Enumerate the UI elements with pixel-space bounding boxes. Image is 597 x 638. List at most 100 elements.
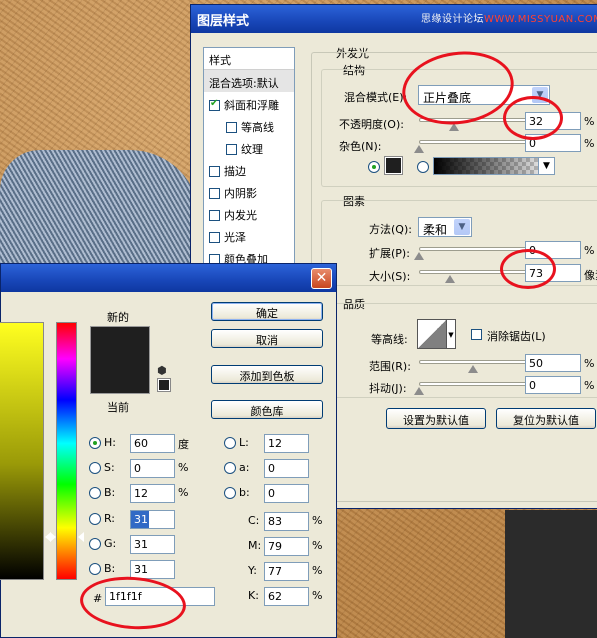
hue-slider[interactable] [56, 322, 77, 580]
range-slider-thumb[interactable] [468, 365, 478, 373]
style-list-item[interactable]: 等高线 [204, 114, 294, 136]
hue-left-arrow-icon[interactable] [50, 532, 56, 542]
glow-gradient-picker[interactable] [433, 157, 555, 175]
style-list-item-label: 内阴影 [224, 187, 257, 200]
hsb-radio[interactable] [89, 462, 101, 474]
technique-label: 方法(Q): [369, 223, 412, 236]
ok-button[interactable]: 确定 [211, 302, 323, 321]
cmyk-label: K: [248, 589, 259, 602]
lab-field[interactable]: 0 [264, 459, 309, 478]
lab-label: L: [239, 436, 249, 449]
lab-radio[interactable] [224, 487, 236, 499]
lab-radio[interactable] [224, 462, 236, 474]
cancel-button[interactable]: 取消 [211, 329, 323, 348]
jitter-unit: % [584, 379, 595, 392]
lab-label: a: [239, 461, 250, 474]
lab-field[interactable]: 12 [264, 434, 309, 453]
hsb-label: H: [104, 436, 116, 449]
gradient-radio[interactable] [417, 161, 429, 173]
rgb-radio[interactable] [89, 513, 101, 525]
color-preview-swatch[interactable] [90, 326, 150, 394]
style-list-item-label: 内发光 [224, 209, 257, 222]
new-color-label: 新的 [107, 311, 129, 324]
cmyk-unit: % [312, 514, 323, 527]
style-list-item-label: 光泽 [224, 231, 246, 244]
color-field[interactable] [0, 322, 44, 580]
cmyk-field[interactable]: 62 [264, 587, 309, 606]
hsb-unit: 度 [178, 438, 189, 451]
gamut-cube-icon[interactable]: ⬢ [157, 364, 167, 377]
lab-radio[interactable] [224, 437, 236, 449]
blend-mode-label: 混合模式(E): [344, 91, 408, 104]
style-list-item[interactable]: 光泽 [204, 224, 294, 246]
rgb-radio[interactable] [89, 563, 101, 575]
glow-color-swatch[interactable] [384, 156, 403, 175]
style-list-item[interactable]: 混合选项:默认 [204, 70, 294, 92]
reset-default-button[interactable]: 复位为默认值 [496, 408, 596, 429]
close-button[interactable]: ✕ [311, 268, 332, 289]
style-checkbox[interactable] [209, 98, 220, 111]
hsb-radio[interactable] [89, 487, 101, 499]
chevron-down-icon: ▼ [454, 219, 470, 235]
style-checkbox[interactable] [226, 143, 237, 155]
cmyk-unit: % [312, 589, 323, 602]
make-default-button[interactable]: 设置为默认值 [386, 408, 486, 429]
cmyk-unit: % [312, 564, 323, 577]
rgb-field[interactable]: 31 [130, 560, 175, 579]
size-slider-thumb[interactable] [445, 275, 456, 283]
hsb-radio[interactable] [89, 437, 101, 449]
hsb-field[interactable]: 60 [130, 434, 175, 453]
style-list-item[interactable]: 斜面和浮雕 [204, 92, 294, 114]
spread-unit: % [584, 244, 595, 257]
style-list-item[interactable]: 描边 [204, 158, 294, 180]
style-checkbox[interactable] [209, 187, 220, 199]
range-label: 范围(R): [369, 360, 411, 373]
rgb-label: B: [104, 562, 116, 575]
cmyk-field[interactable]: 79 [264, 537, 309, 556]
range-field[interactable]: 50 [525, 354, 581, 372]
hsb-field[interactable]: 0 [130, 459, 175, 478]
opacity-label: 不透明度(O): [339, 118, 404, 131]
jitter-slider[interactable] [419, 382, 527, 386]
jitter-label: 抖动(J): [369, 382, 407, 395]
rgb-field[interactable]: 31 [130, 510, 175, 529]
hue-right-arrow-icon[interactable] [78, 532, 84, 542]
range-slider[interactable] [419, 360, 527, 364]
hsb-field[interactable]: 12 [130, 484, 175, 503]
contour-picker[interactable] [417, 319, 447, 349]
technique-select[interactable]: 柔和 ▼ [418, 217, 472, 237]
rgb-radio[interactable] [89, 538, 101, 550]
cmyk-field[interactable]: 77 [264, 562, 309, 581]
spread-slider[interactable] [419, 247, 527, 251]
style-list-header[interactable]: 样式 [204, 48, 294, 70]
style-list-item[interactable]: 内发光 [204, 202, 294, 224]
jitter-field[interactable]: 0 [525, 376, 581, 394]
web-color-swatch[interactable] [157, 378, 171, 392]
add-to-swatches-button[interactable]: 添加到色板 [211, 365, 323, 384]
lab-field[interactable]: 0 [264, 484, 309, 503]
style-checkbox[interactable] [226, 121, 237, 133]
cmyk-field[interactable]: 83 [264, 512, 309, 531]
color-picker-titlebar[interactable] [1, 264, 336, 292]
antialias-label[interactable]: 消除锯齿(L) [487, 328, 546, 344]
gradient-dropdown-icon[interactable]: ▼ [538, 158, 554, 174]
color-libraries-button[interactable]: 颜色库 [211, 400, 323, 419]
annotation-circle-size [500, 249, 556, 289]
noise-slider[interactable] [419, 140, 527, 144]
style-list-item-label: 等高线 [241, 121, 274, 134]
cmyk-label: C: [248, 514, 260, 527]
antialias-checkbox[interactable] [471, 329, 482, 340]
style-checkbox[interactable] [209, 231, 220, 243]
style-checkbox[interactable] [209, 165, 220, 177]
solid-color-radio[interactable] [368, 161, 380, 173]
style-list-item[interactable]: 内阴影 [204, 180, 294, 202]
style-checkbox[interactable] [209, 209, 220, 221]
contour-dropdown-icon[interactable]: ▼ [447, 319, 456, 349]
rgb-field[interactable]: 31 [130, 535, 175, 554]
noise-slider-thumb[interactable] [414, 145, 424, 153]
style-list-item[interactable]: 纹理 [204, 136, 294, 158]
noise-unit: % [584, 137, 595, 150]
spread-slider-thumb[interactable] [414, 252, 424, 260]
contour-label: 等高线: [371, 333, 408, 346]
jitter-slider-thumb[interactable] [414, 387, 424, 395]
